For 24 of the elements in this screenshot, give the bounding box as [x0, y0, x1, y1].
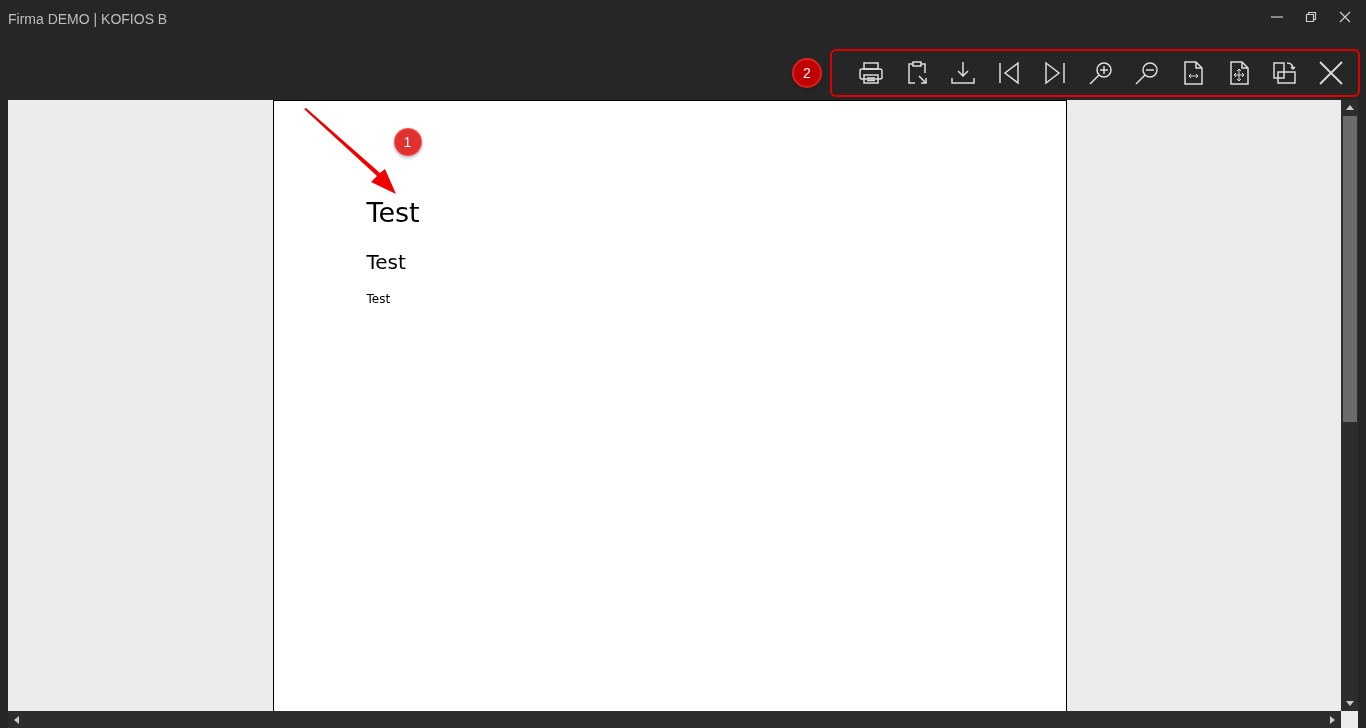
print-icon [858, 60, 884, 86]
step-badge: 1 [394, 129, 421, 155]
scroll-left-icon[interactable] [13, 715, 19, 724]
close-icon [1318, 60, 1344, 86]
first-page-icon [996, 60, 1022, 86]
scrollbar-thumb[interactable] [1342, 116, 1357, 422]
body-text: Test [366, 292, 391, 306]
vertical-scrollbar[interactable] [1341, 100, 1358, 711]
scroll-up-icon[interactable] [1345, 104, 1354, 110]
restore-icon[interactable] [1304, 10, 1318, 24]
scrollbar-corner [1341, 711, 1358, 728]
rotate-pages-icon [1272, 60, 1298, 86]
step-badge: 2 [794, 60, 820, 86]
zoom-in-icon [1088, 60, 1114, 86]
zoom-out-icon [1134, 60, 1160, 86]
horizontal-scrollbar[interactable] [8, 711, 1341, 728]
download-icon [950, 60, 976, 86]
heading-text: Test [366, 197, 420, 228]
close-icon[interactable] [1338, 10, 1352, 24]
scroll-right-icon[interactable] [1330, 715, 1336, 724]
last-page-icon [1042, 60, 1068, 86]
subheading-text: Test [366, 250, 406, 274]
window-title: Firma DEMO | KOFIOS B [8, 11, 168, 27]
scroll-down-icon[interactable] [1345, 701, 1354, 707]
